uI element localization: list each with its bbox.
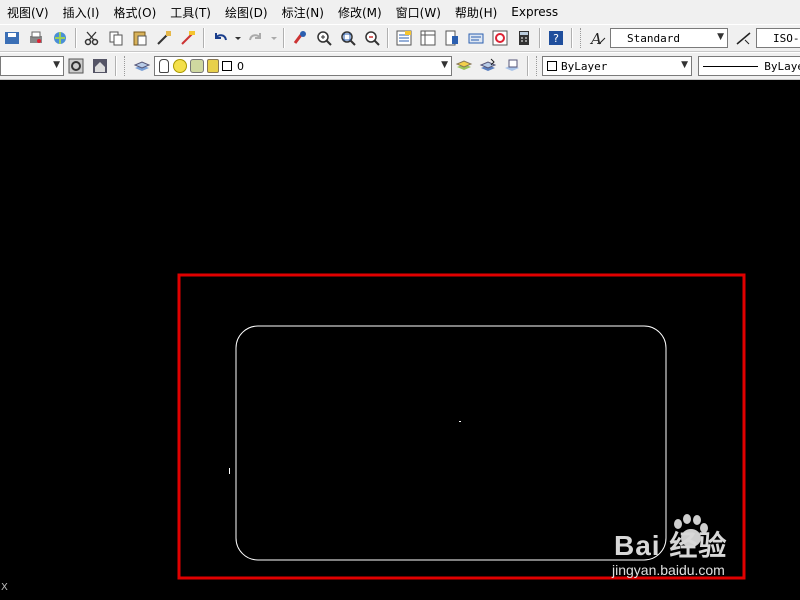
watermark-brand: Bai 经验 bbox=[614, 530, 728, 561]
canvas-overlay bbox=[177, 273, 746, 580]
center-point bbox=[459, 421, 461, 422]
watermark-site: jingyan.baidu.com bbox=[612, 562, 725, 578]
ucs-axis-label: X bbox=[1, 582, 8, 593]
watermark: Bai 经验 jingyan.baidu.com bbox=[612, 512, 762, 584]
rounded-rectangle-drawing[interactable] bbox=[235, 325, 667, 561]
cursor-tick bbox=[229, 468, 230, 474]
